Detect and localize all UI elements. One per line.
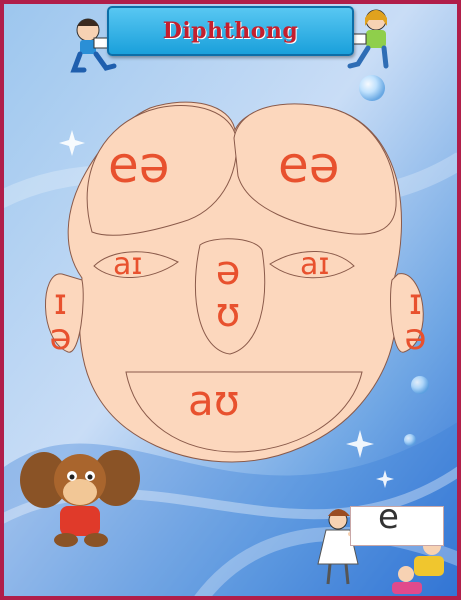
eye-right-symbol: aɪ bbox=[300, 247, 330, 282]
ear-right-symbol: ɪə bbox=[395, 282, 436, 352]
nose-symbol: əʊ bbox=[205, 248, 251, 332]
page-title: Diphthong bbox=[162, 18, 299, 44]
forehead-left-symbol: eə bbox=[108, 136, 170, 194]
ear-left-symbol: ɪə bbox=[40, 282, 81, 352]
card-letter: e bbox=[378, 497, 399, 537]
mouth-symbol: aʊ bbox=[188, 376, 240, 425]
diphthong-face-poster: Diphthong eə eə aɪ aɪ əʊ ɪə ɪə aʊ e bbox=[0, 0, 461, 600]
eye-left-symbol: aɪ bbox=[113, 247, 143, 282]
title-banner: Diphthong bbox=[107, 6, 354, 56]
forehead-right-symbol: eə bbox=[278, 136, 340, 194]
